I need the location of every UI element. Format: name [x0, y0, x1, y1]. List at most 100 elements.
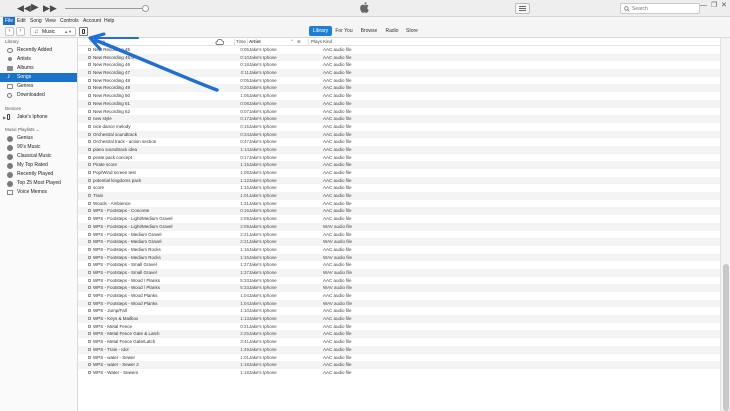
vertical-scrollbar[interactable]: [720, 38, 730, 411]
row-checkbox[interactable]: [88, 309, 91, 313]
row-checkbox[interactable]: [88, 240, 91, 244]
row-checkbox[interactable]: [88, 186, 91, 190]
row-checkbox[interactable]: [88, 124, 91, 128]
disclosure-triangle-icon[interactable]: ▶: [3, 113, 6, 122]
menu-view[interactable]: View: [43, 17, 58, 25]
sidebar-item-genius[interactable]: Genius: [0, 134, 77, 143]
table-row[interactable]: WPS - water - Sewer 1:01 Jake's Iphone AAC …: [78, 354, 720, 362]
row-checkbox[interactable]: [88, 270, 91, 274]
table-row[interactable]: New Recording 45.5 0:10 Jake's Iphone AAC a…: [78, 53, 720, 62]
minimize-icon[interactable]: —: [700, 2, 707, 10]
chevron-down-icon[interactable]: ⌄: [36, 127, 40, 132]
table-row[interactable]: WPS - Footsteps - Medium Rocks 1:16 Jake's…: [78, 253, 720, 262]
row-checkbox[interactable]: [88, 217, 91, 221]
menu-account[interactable]: Account: [81, 17, 103, 25]
row-checkbox[interactable]: [88, 55, 91, 59]
table-row[interactable]: potential kingdoms pack 1:12 Jake's Iphone…: [78, 176, 720, 185]
row-checkbox[interactable]: [88, 263, 91, 267]
row-checkbox[interactable]: [88, 178, 91, 182]
cloud-icon[interactable]: [215, 39, 224, 45]
row-checkbox[interactable]: [88, 140, 91, 144]
table-row[interactable]: WPS - Metal Fence Gate/Latch 3:41 Jake's I…: [78, 338, 720, 346]
table-row[interactable]: WPS - Footsteps - Concrete 0:16 Jake's Iph…: [78, 207, 720, 216]
row-checkbox[interactable]: [88, 201, 91, 205]
chevron-up-icon[interactable]: ⌃: [290, 38, 294, 46]
table-row[interactable]: WPS - Train - Idol 1:49 Jake's Iphone AAC a…: [78, 345, 720, 354]
row-checkbox[interactable]: [88, 209, 91, 213]
back-button[interactable]: ‹: [5, 27, 14, 36]
sidebar-item-90s-music[interactable]: 90's Music: [0, 143, 77, 152]
column-plays[interactable]: Plays: [311, 38, 322, 46]
table-row[interactable]: pirate pack concept 0:17 Jake's Iphone AAC …: [78, 154, 720, 162]
menu-help[interactable]: Help: [102, 17, 116, 25]
table-row[interactable]: WPS - Jump/Fall 1:10 Jake's Iphone AAC audi…: [78, 307, 720, 315]
table-row[interactable]: WPS - Metal Fence 0:21 Jake's Iphone AAC au…: [78, 323, 720, 331]
tab-radio[interactable]: Radio: [382, 26, 402, 36]
column-kind[interactable]: Kind: [323, 38, 332, 46]
row-checkbox[interactable]: [88, 324, 91, 328]
sidebar-item-songs[interactable]: ♪ Songs: [0, 73, 77, 82]
row-checkbox[interactable]: [88, 255, 91, 259]
table-row[interactable]: WPS - Metal Fence Gate & Latch 2:25 Jake's…: [78, 330, 720, 339]
menu-edit[interactable]: Edit: [15, 17, 28, 25]
row-checkbox[interactable]: [88, 117, 91, 121]
row-checkbox[interactable]: [88, 355, 91, 359]
table-row[interactable]: piano soundtrack idea 1:14 Jake's Iphone AA…: [78, 145, 720, 154]
restore-icon[interactable]: ❐: [711, 2, 717, 10]
row-checkbox[interactable]: [88, 86, 91, 90]
device-button[interactable]: [79, 27, 88, 36]
row-checkbox[interactable]: [88, 370, 91, 374]
fast-forward-icon[interactable]: ▶▶: [43, 3, 57, 13]
row-checkbox[interactable]: [88, 63, 91, 67]
row-checkbox[interactable]: [88, 109, 91, 113]
menu-controls[interactable]: Controls: [58, 17, 81, 25]
column-options-icon[interactable]: ⊕: [297, 38, 301, 46]
row-checkbox[interactable]: [88, 363, 91, 367]
row-checkbox[interactable]: [88, 347, 91, 351]
menu-song[interactable]: Song: [28, 17, 44, 25]
table-row[interactable]: WPS - Footsteps - Light/Medium Gravel 2:0…: [78, 222, 720, 231]
sidebar-item-recently-added[interactable]: Recently Added: [0, 46, 77, 55]
table-row[interactable]: Woods - Ambience 1:31 Jake's Iphone AAC aud…: [78, 200, 720, 208]
sidebar-item-my-top-rated[interactable]: My Top Rated: [0, 161, 77, 170]
row-checkbox[interactable]: [88, 94, 91, 98]
table-row[interactable]: WPS - Footsteps - Light/Medium Gravel 2:0…: [78, 215, 720, 223]
sidebar-item-classical-music[interactable]: Classical Music: [0, 152, 77, 161]
sidebar-item-downloaded[interactable]: Downloaded: [0, 91, 77, 100]
play-icon[interactable]: ▶: [31, 3, 39, 13]
forward-button[interactable]: ›: [16, 27, 25, 36]
table-row[interactable]: WPS - Footsteps - Medium Rocks 1:16 Jake's…: [78, 246, 720, 254]
table-row[interactable]: WPS - Water - Sewers 1:18 Jake's Iphone AAC…: [78, 369, 720, 377]
sidebar-item-voice-memos[interactable]: Voice Memos: [0, 188, 77, 197]
tab-library[interactable]: Library: [309, 26, 332, 36]
table-row[interactable]: new style 0:17 Jake's Iphone AAC audio file: [78, 115, 720, 123]
sidebar-item-artists[interactable]: Artists: [0, 55, 77, 64]
row-checkbox[interactable]: [88, 247, 91, 251]
sidebar-item-recently-played[interactable]: Recently Played: [0, 170, 77, 179]
table-row[interactable]: WPS - Footsteps - Wood Planks 1:04 Jake's …: [78, 292, 720, 300]
media-kind-select[interactable]: ♫ Music ▲▼: [30, 27, 76, 36]
search-field[interactable]: Search: [620, 3, 700, 14]
sidebar-item-device[interactable]: ▶ Jake's Iphone: [0, 113, 77, 122]
row-checkbox[interactable]: [88, 147, 91, 151]
row-checkbox[interactable]: [88, 132, 91, 136]
row-checkbox[interactable]: [88, 317, 91, 321]
table-row[interactable]: WPS - Footsteps - Wood Planks 1:04 Jake's …: [78, 299, 720, 308]
volume-knob[interactable]: [142, 5, 149, 12]
scrollbar-thumb[interactable]: [723, 264, 729, 411]
sidebar-item-genres[interactable]: Genres: [0, 82, 77, 91]
table-row[interactable]: New Recording 49 0:20 Jake's Iphone AAC aud…: [78, 84, 720, 93]
table-row[interactable]: New Recording 45 0:05 Jake's Iphone AAC aud…: [78, 46, 720, 54]
row-checkbox[interactable]: [88, 163, 91, 167]
row-checkbox[interactable]: [88, 286, 91, 290]
table-row[interactable]: WPS - Footsteps - Medium Gravel 2:21 Jake'…: [78, 231, 720, 239]
table-row[interactable]: New Recording 47 0:11 Jake's Iphone AAC aud…: [78, 69, 720, 77]
tab-browse[interactable]: Browse: [358, 26, 380, 36]
row-checkbox[interactable]: [88, 71, 91, 75]
row-checkbox[interactable]: [88, 301, 91, 305]
column-artist[interactable]: Artist: [249, 38, 261, 46]
row-checkbox[interactable]: [88, 232, 91, 236]
table-row[interactable]: WPS - Footsteps - Small Gravel 1:37 Jake's…: [78, 261, 720, 269]
up-next-list-button[interactable]: [515, 3, 530, 14]
column-name[interactable]: Name: [93, 38, 105, 46]
